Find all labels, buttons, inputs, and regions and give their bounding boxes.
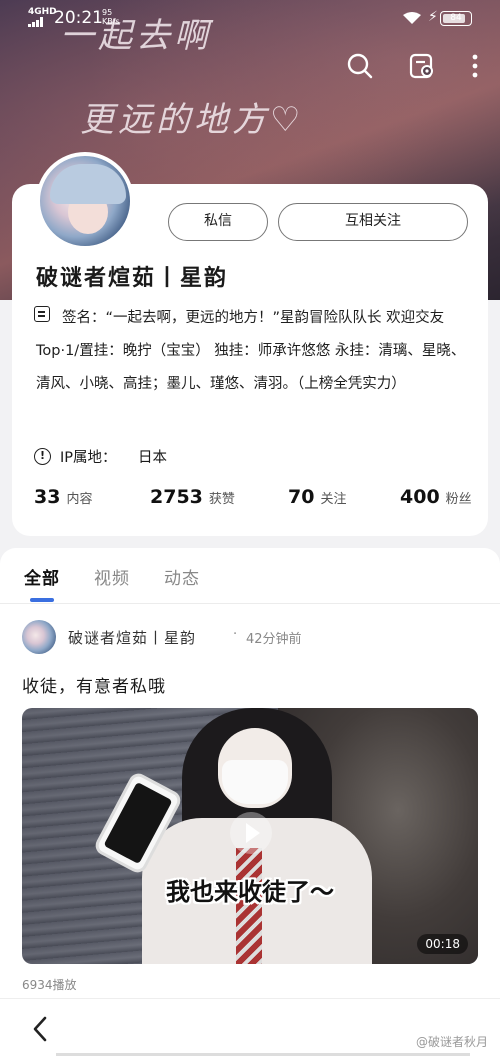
profile-avatar[interactable] <box>36 152 134 250</box>
post-time: 42分钟前 <box>246 632 302 647</box>
wifi-icon <box>403 12 421 24</box>
stat-fans[interactable]: 400 粉丝 <box>400 486 472 508</box>
profile-nickname: 破谜者煊茹丨星韵 <box>36 266 229 291</box>
header-actions <box>346 52 480 80</box>
net-speed-unit: KB/s <box>102 17 120 26</box>
post-author-name[interactable]: 破谜者煊茹丨星韵 <box>68 627 196 648</box>
net-speed-value: 95 <box>102 8 113 17</box>
stat-likes-value: 2753 <box>150 486 203 508</box>
ip-location-value: 日本 <box>138 450 167 466</box>
tab-moments[interactable]: 动态 <box>164 564 200 589</box>
post-video[interactable]: 我也来收徒了～ 00:18 <box>22 708 478 964</box>
stat-following-label: 关注 <box>320 492 347 507</box>
stat-content-label: 内容 <box>66 492 93 507</box>
video-caption: 我也来收徒了～ <box>166 878 334 906</box>
clock: 20:21 <box>54 8 103 28</box>
info-icon: ! <box>34 448 51 465</box>
back-arrow-icon[interactable] <box>30 1015 52 1043</box>
post-author-avatar[interactable] <box>22 620 56 654</box>
mutual-follow-button[interactable]: 互相关注 <box>278 203 468 241</box>
stat-likes-label: 获赞 <box>208 492 235 507</box>
tab-video[interactable]: 视频 <box>94 564 130 589</box>
video-play-count: 6934播放 <box>22 978 77 992</box>
video-scene-mask <box>222 760 288 804</box>
content-panel: 全部 视频 动态 破谜者煊茹丨星韵 · 42分钟前 收徒，有意者私哦 我也来收徒… <box>0 548 500 998</box>
stat-following-value: 70 <box>288 486 315 508</box>
battery-indicator: 84 <box>440 11 472 26</box>
play-icon[interactable] <box>230 812 272 854</box>
post-text[interactable]: 收徒，有意者私哦 <box>22 672 166 697</box>
stat-fans-label: 粉丝 <box>445 492 472 507</box>
charging-icon: ⚡ <box>428 9 438 25</box>
active-tab-indicator <box>30 598 54 602</box>
share-card-icon[interactable] <box>408 52 436 80</box>
stat-fans-value: 400 <box>400 486 440 508</box>
net-speed: 95 KB/s <box>102 8 120 26</box>
ip-location-label: IP属地： <box>60 450 117 466</box>
stat-content-value: 33 <box>34 486 61 508</box>
header-bg-text-2: 更远的地方♡ <box>80 100 305 140</box>
stat-following[interactable]: 70 关注 <box>288 486 346 508</box>
more-icon[interactable] <box>470 52 480 80</box>
bottom-bar: @破谜者秋月 <box>0 998 500 1056</box>
search-icon[interactable] <box>346 52 374 80</box>
content-tabs: 全部 视频 动态 <box>0 548 500 604</box>
status-bar: 4GHD 20:21 95 KB/s ⚡ 84 <box>0 0 500 36</box>
message-button[interactable]: 私信 <box>168 203 268 241</box>
stat-content[interactable]: 33 内容 <box>34 486 92 508</box>
profile-signature: 签名：“一起去啊，更远的地方！”星韵冒险队队长 欢迎交友 Top·1/置挂：晚拧… <box>36 310 466 392</box>
post-meta-separator: · <box>233 627 238 642</box>
video-duration: 00:18 <box>417 934 468 954</box>
watermark: @破谜者秋月 <box>415 1035 488 1049</box>
tab-all[interactable]: 全部 <box>24 564 60 589</box>
signal-icon <box>28 17 46 27</box>
stat-likes[interactable]: 2753 获赞 <box>150 486 235 508</box>
network-type: 4GHD <box>28 7 57 17</box>
